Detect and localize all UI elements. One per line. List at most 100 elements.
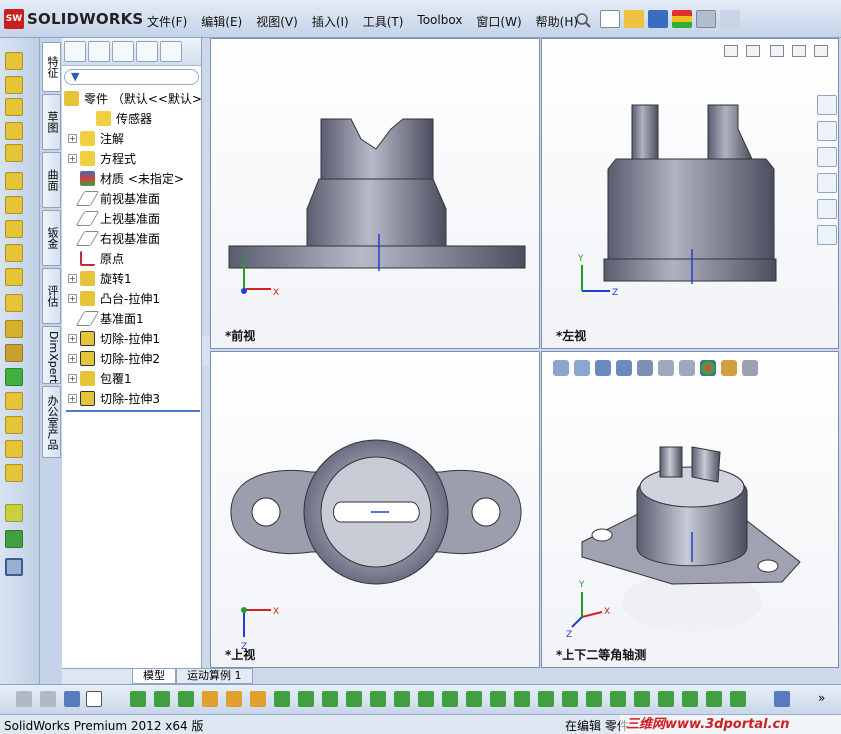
lofted-cut-icon[interactable] bbox=[5, 244, 23, 262]
mirror-icon[interactable] bbox=[5, 464, 23, 482]
menu-tools[interactable]: 工具(T) bbox=[356, 13, 411, 30]
tree-item-right-plane[interactable]: 右视基准面 bbox=[75, 228, 160, 248]
tree-item-cut-extrude3[interactable]: + 切除-拉伸3 bbox=[68, 388, 160, 408]
select-balloon-icon[interactable] bbox=[418, 691, 434, 707]
select-axis-icon[interactable] bbox=[274, 691, 290, 707]
tree-item-revolve1[interactable]: + 旋转1 bbox=[68, 268, 132, 288]
new-document-icon[interactable] bbox=[600, 10, 620, 28]
instant3d-icon[interactable] bbox=[5, 558, 23, 576]
rollback-bar[interactable] bbox=[66, 410, 200, 412]
wrap-icon[interactable] bbox=[5, 416, 23, 434]
tab-motion-study[interactable]: 运动算例 1 bbox=[176, 668, 253, 684]
intersect-icon[interactable] bbox=[5, 440, 23, 458]
dimxpert-manager-tab-icon[interactable] bbox=[136, 41, 158, 62]
select-datum-icon[interactable] bbox=[442, 691, 458, 707]
panel-splitter-handle[interactable] bbox=[202, 336, 210, 366]
expand-icon[interactable]: + bbox=[68, 353, 77, 363]
extrude-cut-icon[interactable] bbox=[5, 172, 23, 190]
select-plane-icon[interactable] bbox=[250, 691, 266, 707]
pointer-icon[interactable] bbox=[86, 691, 102, 707]
select-weld-icon[interactable] bbox=[466, 691, 482, 707]
boundary-boss-icon[interactable] bbox=[5, 144, 23, 162]
edit-appearance-icon[interactable] bbox=[700, 360, 716, 376]
display-style-icon[interactable] bbox=[658, 360, 674, 376]
apply-scene-icon[interactable] bbox=[721, 360, 737, 376]
reference-geometry-icon[interactable] bbox=[5, 504, 23, 522]
filter-toolbar-icon[interactable] bbox=[16, 691, 32, 707]
rebuild-icon[interactable] bbox=[672, 10, 692, 28]
draft-icon[interactable] bbox=[5, 368, 23, 386]
viewport-top[interactable]: X Z *上视 bbox=[210, 351, 540, 668]
expand-icon[interactable]: + bbox=[68, 273, 77, 283]
app-logo[interactable]: SW SOLIDWORKS bbox=[4, 9, 143, 29]
sweep-icon[interactable] bbox=[5, 98, 23, 116]
tree-item-wrap1[interactable]: + 包覆1 bbox=[68, 368, 132, 388]
tree-item-sensors[interactable]: 传感器 bbox=[84, 108, 152, 128]
tab-office-products[interactable]: 办公室产品 bbox=[42, 386, 61, 458]
rib-icon[interactable] bbox=[5, 344, 23, 362]
tab-features[interactable]: 特征 bbox=[42, 42, 61, 92]
filter-toggle-icon[interactable] bbox=[40, 691, 56, 707]
select-center-mark-icon[interactable] bbox=[634, 691, 650, 707]
file-explorer-icon[interactable] bbox=[817, 147, 837, 167]
viewport-front[interactable]: X Y *前视 bbox=[210, 38, 540, 349]
select-origin-icon[interactable] bbox=[774, 691, 790, 707]
tree-item-material[interactable]: 材质 <未指定> bbox=[80, 168, 184, 188]
expand-icon[interactable]: + bbox=[68, 153, 77, 163]
extrude-boss-icon[interactable] bbox=[5, 52, 23, 70]
select-dimension-icon[interactable] bbox=[370, 691, 386, 707]
revolve-cut-icon[interactable] bbox=[5, 196, 23, 214]
tree-item-origin[interactable]: 原点 bbox=[80, 248, 124, 268]
tree-item-boss-extrude1[interactable]: + 凸台-拉伸1 bbox=[68, 288, 160, 308]
pin-icon[interactable] bbox=[575, 12, 591, 28]
select-icon[interactable] bbox=[64, 691, 80, 707]
fillet-icon[interactable] bbox=[5, 294, 23, 312]
select-hatch-icon[interactable] bbox=[610, 691, 626, 707]
curves-icon[interactable] bbox=[5, 530, 23, 548]
select-symbol-icon[interactable] bbox=[586, 691, 602, 707]
select-note-icon[interactable] bbox=[394, 691, 410, 707]
menu-edit[interactable]: 编辑(E) bbox=[194, 13, 249, 30]
tree-root-part[interactable]: 零件 （默认<<默认> bbox=[64, 88, 202, 108]
select-block-icon[interactable] bbox=[562, 691, 578, 707]
select-surface-icon[interactable] bbox=[490, 691, 506, 707]
custom-properties-icon[interactable] bbox=[817, 225, 837, 245]
save-icon[interactable] bbox=[648, 10, 668, 28]
viewport-isometric[interactable]: X Y Z *上下二等角轴测 bbox=[541, 351, 839, 668]
property-manager-tab-icon[interactable] bbox=[88, 41, 110, 62]
expand-icon[interactable]: + bbox=[68, 373, 77, 383]
view-settings-icon[interactable] bbox=[742, 360, 758, 376]
tab-dimxpert[interactable]: DimXpert bbox=[42, 326, 61, 384]
appearances-icon[interactable] bbox=[817, 199, 837, 219]
select-hole-icon[interactable] bbox=[658, 691, 674, 707]
tree-item-annotations[interactable]: + 注解 bbox=[68, 128, 124, 148]
select-feature-icon[interactable] bbox=[226, 691, 242, 707]
tree-item-cut-extrude2[interactable]: + 切除-拉伸2 bbox=[68, 348, 160, 368]
loft-icon[interactable] bbox=[5, 122, 23, 140]
select-cosmetic-icon[interactable] bbox=[514, 691, 530, 707]
tab-model[interactable]: 模型 bbox=[132, 668, 176, 684]
configuration-manager-tab-icon[interactable] bbox=[112, 41, 134, 62]
linear-pattern-icon[interactable] bbox=[5, 320, 23, 338]
tab-surfaces[interactable]: 曲面 bbox=[42, 152, 61, 208]
menu-toolbox[interactable]: Toolbox bbox=[410, 13, 469, 30]
gear-icon[interactable] bbox=[720, 10, 740, 28]
expand-icon[interactable]: + bbox=[68, 333, 77, 343]
select-edge-icon[interactable] bbox=[154, 691, 170, 707]
tab-sketch[interactable]: 草图 bbox=[42, 94, 61, 150]
expand-icon[interactable]: + bbox=[68, 133, 77, 143]
select-body-icon[interactable] bbox=[202, 691, 218, 707]
select-point-icon[interactable] bbox=[298, 691, 314, 707]
select-face-icon[interactable] bbox=[178, 691, 194, 707]
display-manager-tab-icon[interactable] bbox=[160, 41, 182, 62]
design-library-icon[interactable] bbox=[817, 121, 837, 141]
shell-icon[interactable] bbox=[5, 392, 23, 410]
tab-sheet-metal[interactable]: 钣金 bbox=[42, 210, 61, 266]
select-component-icon[interactable] bbox=[730, 691, 746, 707]
revolve-boss-icon[interactable] bbox=[5, 76, 23, 94]
expand-icon[interactable]: + bbox=[68, 293, 77, 303]
open-folder-icon[interactable] bbox=[624, 10, 644, 28]
previous-view-icon[interactable] bbox=[595, 360, 611, 376]
select-curve-icon[interactable] bbox=[322, 691, 338, 707]
tree-filter-input[interactable]: ▼ bbox=[64, 69, 199, 85]
